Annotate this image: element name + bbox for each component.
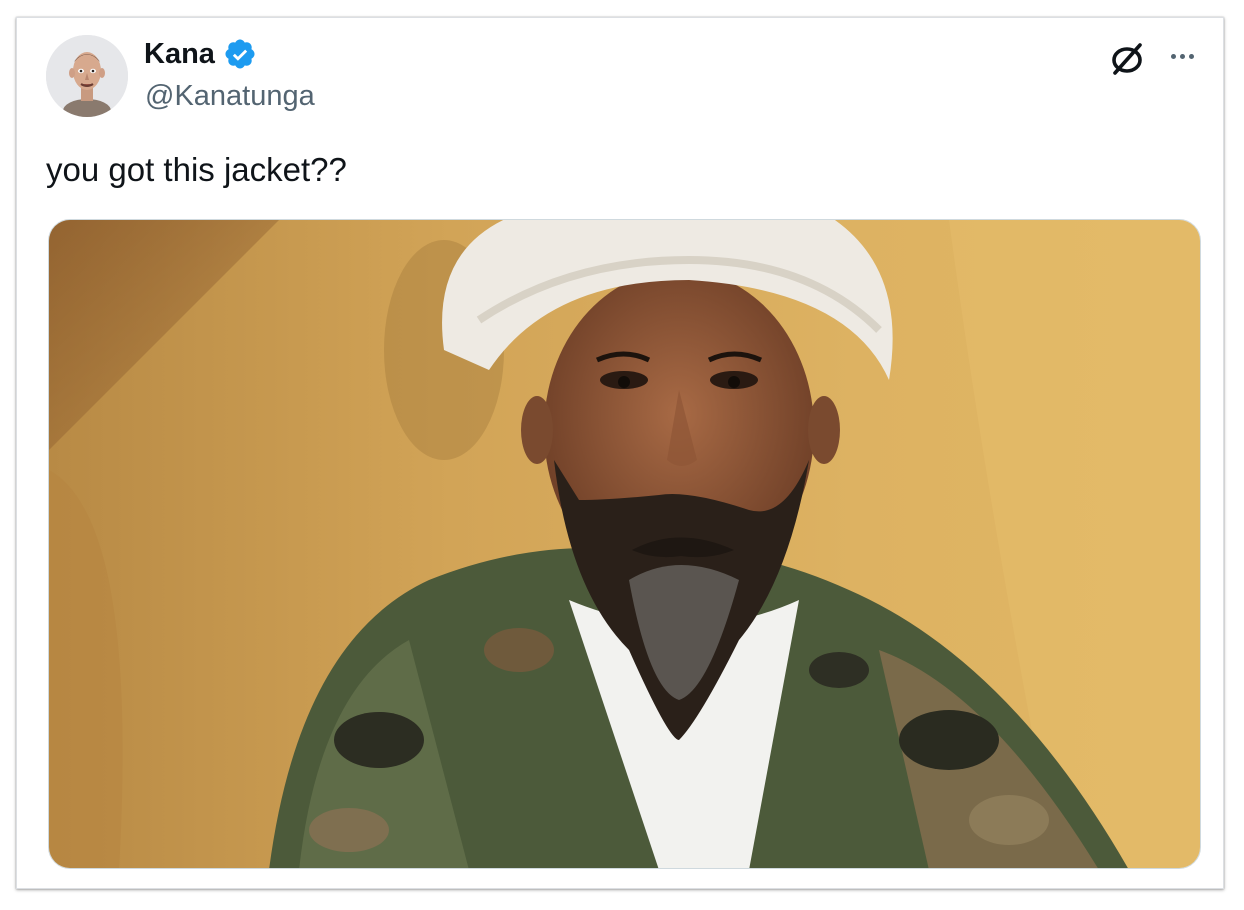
author-display-name[interactable]: Kana xyxy=(144,36,215,72)
tweet-media-photo[interactable] xyxy=(48,219,1201,869)
photo-image xyxy=(49,220,1200,868)
more-options-icon[interactable] xyxy=(1164,42,1200,70)
tweet-text: you got this jacket?? xyxy=(46,151,347,188)
author-name-row[interactable]: Kana xyxy=(144,36,257,72)
author-handle[interactable]: @Kanatunga xyxy=(145,78,315,114)
verified-badge-icon xyxy=(223,37,257,71)
cartoon-avatar-icon xyxy=(46,35,128,117)
author-avatar[interactable] xyxy=(46,35,128,117)
x-logo-icon[interactable] xyxy=(1107,38,1147,78)
tweet-card[interactable]: Kana @Kanatunga you got this jacket?? xyxy=(16,17,1224,889)
